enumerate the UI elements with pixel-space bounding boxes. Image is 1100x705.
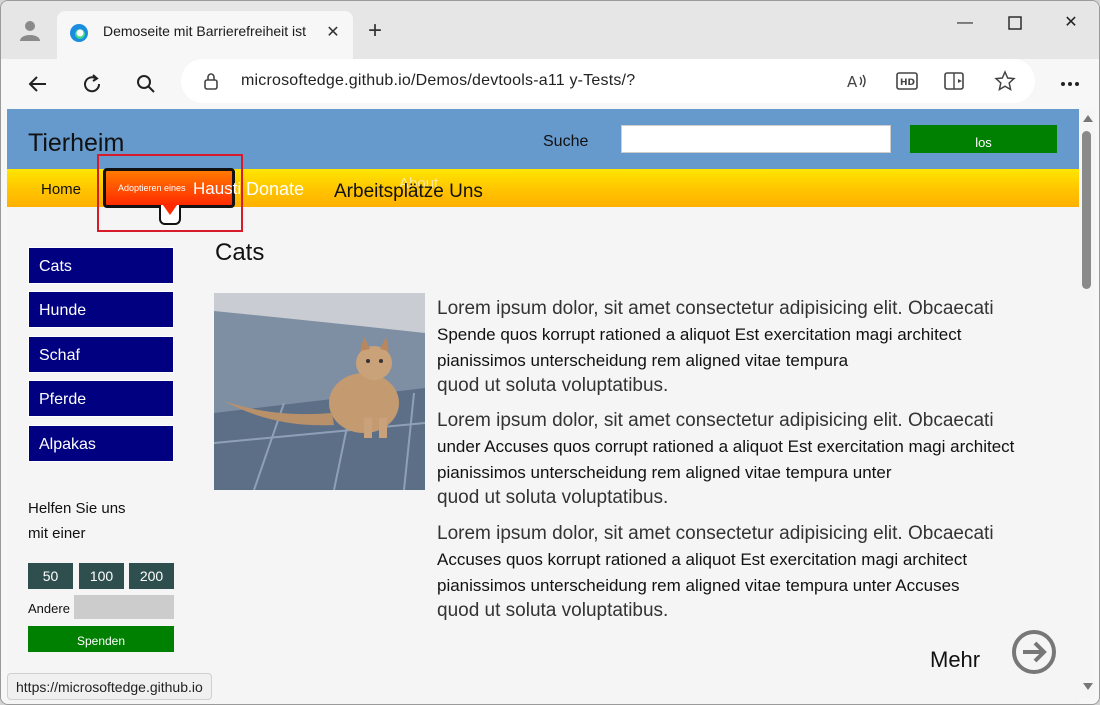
help-text-line1: Helfen Sie uns [28,500,126,517]
other-amount-input[interactable] [74,595,174,619]
minimize-icon[interactable]: — [945,9,985,37]
tab-title: Demoseite mit Barrierefreiheit ist [103,23,307,39]
refresh-icon[interactable] [75,67,109,101]
scroll-up-icon[interactable] [1083,115,1093,122]
paragraph-body: Accuses quos korrupt rationed a aliquot … [437,550,968,595]
paragraph-tail: quod ut soluta voluptatibus. [437,487,669,508]
other-amount-label: Andere [28,601,70,616]
svg-text:HD: HD [900,78,915,88]
profile-icon[interactable] [15,15,45,45]
scroll-down-icon[interactable] [1083,683,1093,690]
arrow-right-circle-icon[interactable] [1011,629,1057,675]
maximize-icon[interactable] [995,9,1035,37]
address-bar[interactable]: microsoftedge.github.io/Demos/devtools-a… [181,59,1035,103]
browser-tab[interactable]: Demoseite mit Barrierefreiheit ist ✕ [57,11,353,59]
page-scrollbar[interactable] [1079,109,1095,699]
svg-text:A: A [847,73,858,91]
browser-window: Demoseite mit Barrierefreiheit ist ✕ + —… [0,0,1100,705]
title-bar: Demoseite mit Barrierefreiheit ist ✕ + —… [1,1,1099,59]
hd-icon[interactable]: HD [895,69,919,93]
content-title: Cats [215,239,265,266]
paragraph-tail: quod ut soluta voluptatibus. [437,375,669,396]
browser-toolbar: microsoftedge.github.io/Demos/devtools-a… [1,59,1099,109]
donate-button[interactable]: Spenden [28,626,174,652]
paragraph-tail: quod ut soluta voluptatibus. [437,600,669,621]
window-close-icon[interactable]: ✕ [1051,9,1091,37]
url-text: microsoftedge.github.io/Demos/devtools-a… [241,72,636,89]
search-icon[interactable] [129,67,163,101]
more-menu-icon[interactable] [1053,67,1087,101]
sidebar-item-schaf[interactable]: Schaf [28,336,174,373]
content-paragraph-1: Lorem ipsum dolor, sit amet consectetur … [437,296,1057,398]
help-text-line2: mit einer [28,525,86,542]
close-icon[interactable]: ✕ [323,23,343,43]
nav-home[interactable]: Home [41,181,81,198]
search-input[interactable] [621,125,891,153]
amount-50-button[interactable]: 50 [28,563,73,589]
read-aloud-icon[interactable]: A [845,69,869,93]
search-label: Suche [543,133,589,150]
nav-jobs[interactable]: Arbeitsplätze Uns [334,181,483,203]
lock-icon[interactable] [203,72,219,95]
scroll-thumb[interactable] [1082,131,1091,289]
paragraph-lead: Lorem ipsum dolor, sit amet consectetur … [437,410,994,431]
status-url: https://microsoftedge.github.io [7,673,212,700]
immersive-reader-icon[interactable] [943,69,967,93]
content-paragraph-2: Lorem ipsum dolor, sit amet consectetur … [437,408,1057,510]
paragraph-body: Spende quos korrupt rationed a aliquot E… [437,325,962,370]
edge-favicon [69,23,89,43]
paragraph-body: under Accuses quos corrupt rationed a al… [437,437,1015,482]
cat-photo [214,293,425,490]
page-viewport: Tierheim Suche los Home About Arbeitsplä… [7,109,1079,704]
amount-100-button[interactable]: 100 [79,563,124,589]
favorite-star-icon[interactable] [993,69,1017,93]
inspect-highlight-box [97,154,243,232]
content-paragraph-3: Lorem ipsum dolor, sit amet consectetur … [437,521,1057,623]
search-button[interactable]: los [910,125,1057,153]
sidebar-item-hunde[interactable]: Hunde [28,291,174,328]
amount-200-button[interactable]: 200 [129,563,174,589]
sidebar-item-pferde[interactable]: Pferde [28,380,174,417]
sidebar-item-alpakas[interactable]: Alpakas [28,425,174,462]
sidebar-item-cats[interactable]: Cats [28,247,174,284]
nav-donate[interactable]: Donate [246,179,304,200]
back-icon[interactable] [21,67,55,101]
paragraph-lead: Lorem ipsum dolor, sit amet consectetur … [437,298,994,319]
more-link[interactable]: Mehr [930,647,980,673]
plus-icon[interactable]: + [361,17,389,45]
paragraph-lead: Lorem ipsum dolor, sit amet consectetur … [437,523,994,544]
